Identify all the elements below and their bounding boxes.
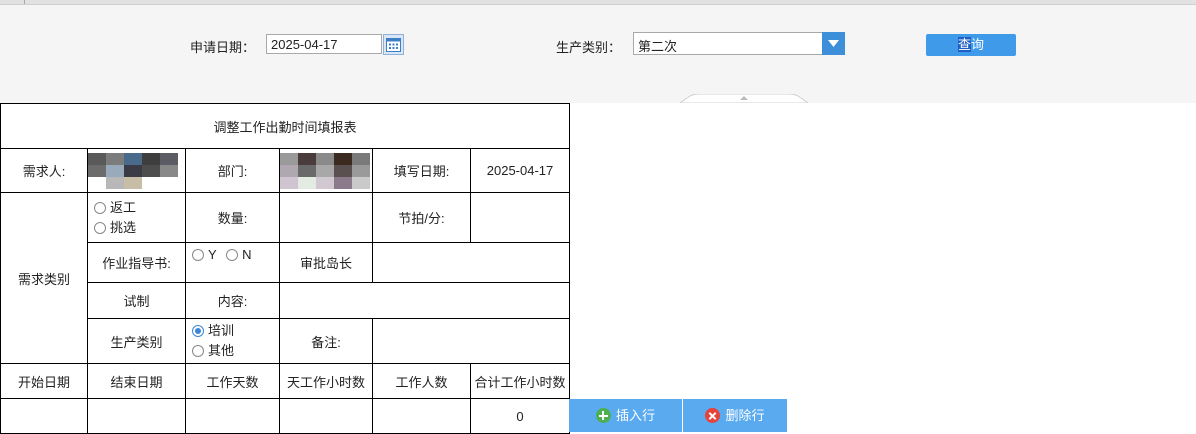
delete-icon — [705, 408, 721, 423]
approver-field[interactable] — [371, 242, 571, 283]
radio-selected-icon — [192, 325, 204, 337]
radio-icon — [94, 201, 106, 214]
apply-date-input[interactable]: 2025-04-17 — [266, 34, 382, 54]
takt-label: 节拍/分: — [372, 192, 471, 243]
production-type-filter-label: 生产类别： — [556, 40, 622, 55]
radio-icon — [94, 221, 106, 234]
demand-type-label: 需求类别 — [0, 192, 88, 364]
form-title: 调整工作出勤时间填报表 — [0, 103, 571, 149]
radio-icon — [192, 249, 204, 261]
table-cell[interactable] — [87, 398, 186, 434]
insert-row-button[interactable]: 插入行 — [569, 399, 682, 432]
remarks-label: 备注: — [279, 318, 373, 364]
requester-field[interactable] — [87, 148, 186, 193]
approver-label: 审批岛长 — [279, 242, 373, 283]
table-cell[interactable] — [279, 398, 373, 434]
radio-icon — [192, 345, 204, 357]
production-type-select[interactable]: 第二次 — [633, 32, 845, 55]
attendance-form: 调整工作出勤时间填报表 需求人: 部门: 填写日期: 2025-04-17 需求… — [0, 103, 571, 434]
no-option[interactable]: N — [226, 247, 251, 262]
quantity-label: 数量: — [185, 192, 280, 243]
requester-avatar-blurred — [88, 152, 185, 189]
column-header: 天工作小时数 — [279, 363, 373, 399]
column-header: 合计工作小时数 — [469, 363, 571, 399]
column-header: 开始日期 — [0, 363, 88, 399]
plus-icon — [595, 408, 611, 423]
requester-label: 需求人: — [0, 148, 88, 193]
dropdown-arrow-button[interactable] — [822, 32, 845, 55]
production-type-options: 培训 其他 — [185, 318, 280, 364]
work-instruction-label: 作业指导书: — [87, 242, 186, 283]
collapse-handle[interactable] — [680, 94, 808, 103]
content-label: 内容: — [185, 282, 280, 319]
table-cell[interactable] — [0, 398, 88, 434]
table-cell[interactable] — [372, 398, 471, 434]
column-header: 工作天数 — [185, 363, 280, 399]
apply-date-label: 申请日期： — [190, 40, 256, 55]
trial-label: 试制 — [87, 282, 186, 319]
yes-option[interactable]: Y — [192, 247, 216, 262]
query-label: 询 — [971, 37, 985, 52]
other-option[interactable]: 其他 — [192, 341, 279, 361]
department-value-blurred — [280, 152, 372, 189]
column-header: 工作人数 — [372, 363, 471, 399]
training-option[interactable]: 培训 — [192, 321, 279, 341]
department-field[interactable] — [279, 148, 373, 193]
table-cell[interactable] — [185, 398, 280, 434]
fill-date-label: 填写日期: — [372, 148, 471, 193]
work-instruction-options: Y N — [185, 242, 280, 283]
takt-field[interactable] — [469, 192, 571, 243]
chevron-down-icon — [828, 40, 839, 47]
tab-divider — [24, 0, 25, 4]
demand-type-options: 返工 挑选 — [87, 192, 186, 243]
department-label: 部门: — [185, 148, 280, 193]
query-label-selected: 查 — [957, 37, 971, 52]
calendar-button[interactable] — [383, 34, 404, 55]
remarks-field[interactable] — [371, 318, 571, 364]
production-type-label: 生产类别 — [87, 318, 186, 364]
calendar-icon — [386, 38, 401, 52]
radio-icon — [226, 249, 239, 261]
quantity-field[interactable] — [279, 192, 373, 243]
total-hours-cell: 0 — [469, 398, 571, 434]
rework-option[interactable]: 返工 — [94, 198, 185, 218]
delete-row-button[interactable]: 删除行 — [683, 399, 787, 432]
column-header: 结束日期 — [87, 363, 186, 399]
content-field[interactable] — [278, 282, 571, 319]
fill-date-value: 2025-04-17 — [469, 148, 571, 193]
query-button[interactable]: 查询 — [926, 34, 1016, 56]
pick-option[interactable]: 挑选 — [94, 218, 185, 238]
